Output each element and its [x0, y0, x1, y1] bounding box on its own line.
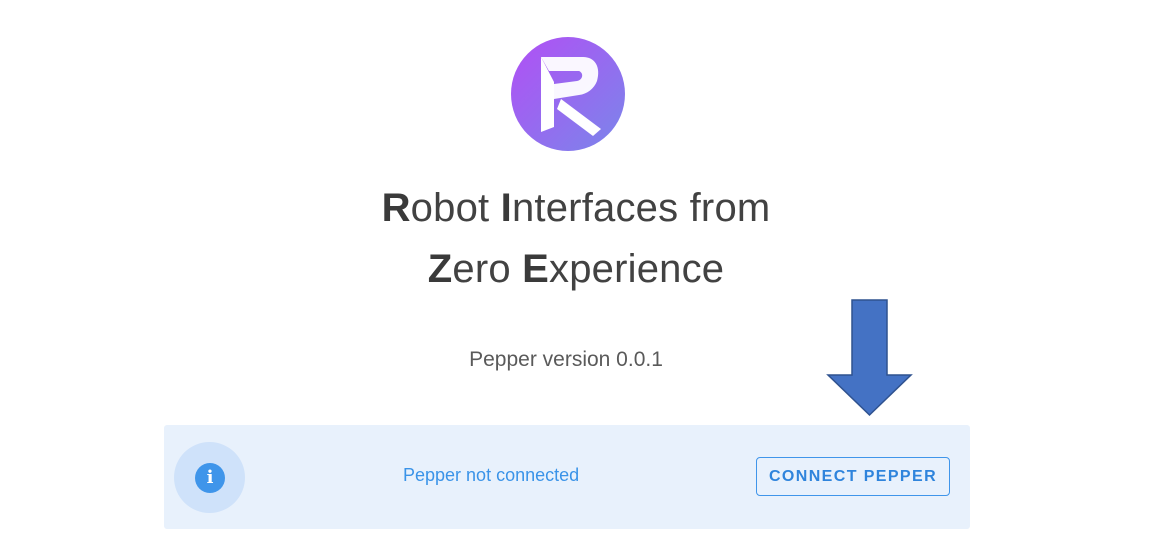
- down-arrow-icon: [826, 299, 914, 419]
- page-title: Robot Interfaces from Zero Experience: [276, 178, 876, 300]
- app-page: Robot Interfaces from Zero Experience Pe…: [0, 0, 1152, 556]
- connection-alert: i Pepper not connected CONNECT PEPPER: [164, 425, 970, 529]
- title-line-2: Zero Experience: [427, 247, 725, 291]
- info-icon-halo: i: [174, 442, 245, 513]
- riz-logo-icon: [511, 37, 625, 151]
- connect-pepper-button[interactable]: CONNECT PEPPER: [756, 457, 950, 496]
- info-icon: i: [195, 463, 225, 493]
- alert-message: Pepper not connected: [403, 465, 580, 485]
- version-text: Pepper version 0.0.1: [469, 348, 663, 371]
- title-line-1: Robot Interfaces from: [381, 186, 771, 230]
